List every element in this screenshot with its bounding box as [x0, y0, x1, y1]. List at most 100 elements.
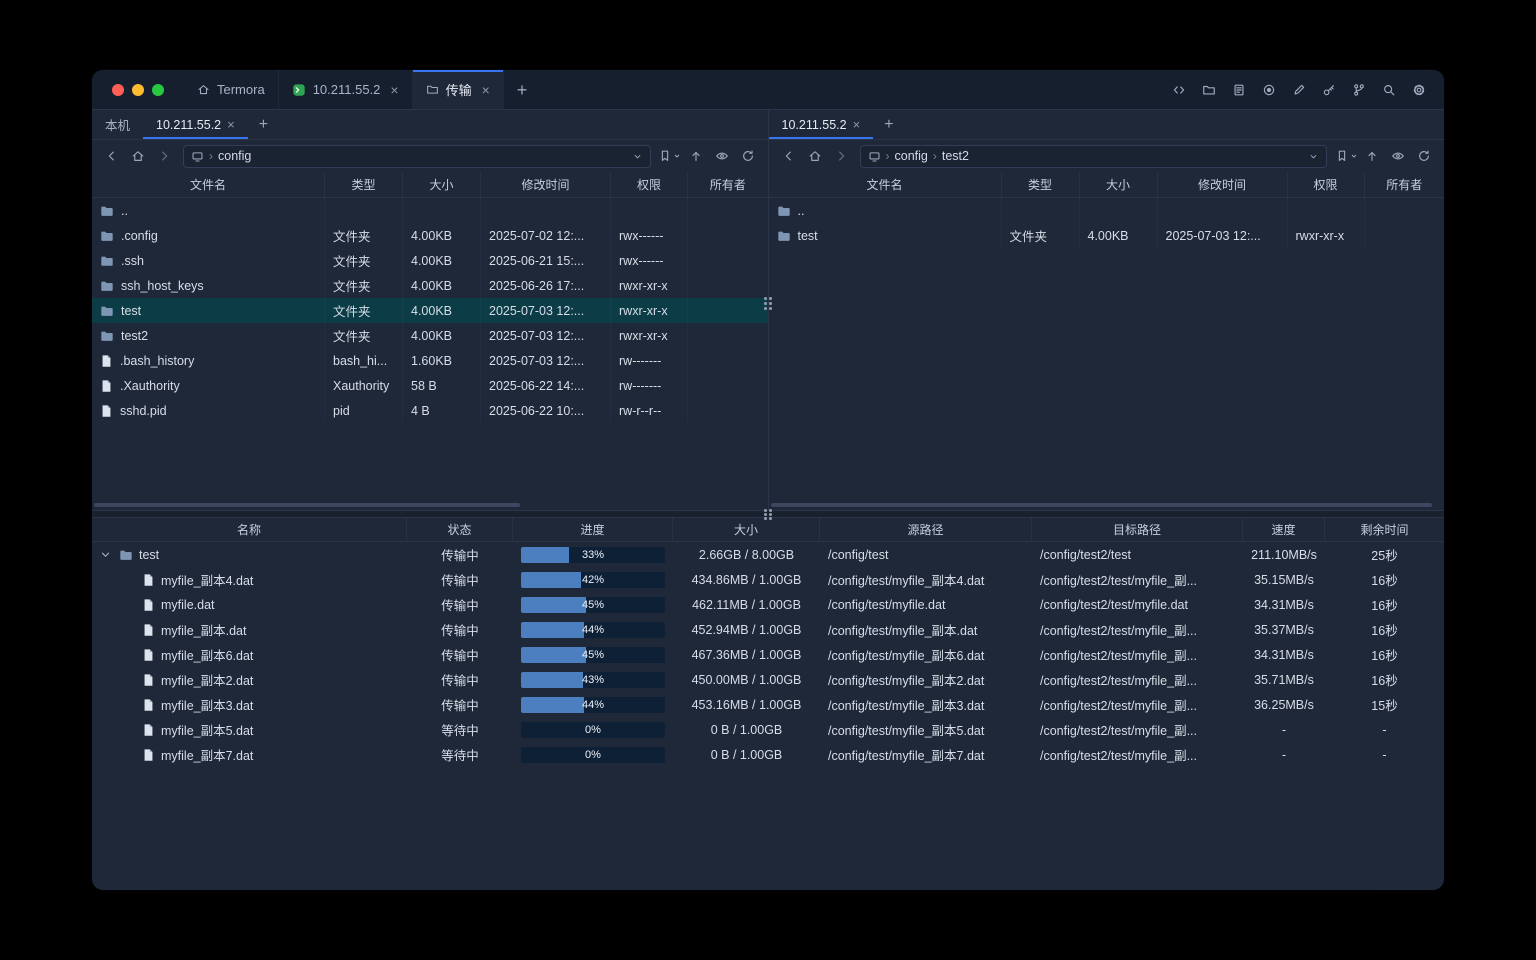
- column-header[interactable]: 目标路径: [1032, 518, 1243, 541]
- column-header[interactable]: 名称: [92, 518, 407, 541]
- left-panel-tab-host[interactable]: 10.211.55.2 ×: [143, 110, 248, 139]
- forward-button[interactable]: [829, 144, 853, 168]
- chevron-down-icon[interactable]: [632, 151, 643, 162]
- new-window-tab-button[interactable]: +: [504, 70, 541, 109]
- transfer-row[interactable]: myfile_副本4.dat 传输中 42% 434.86MB / 1.00GB…: [92, 567, 1444, 592]
- file-row[interactable]: test2 文件夹 4.00KB 2025-07-03 12:... rwxr-…: [92, 323, 768, 348]
- scrollbar-thumb[interactable]: [771, 503, 1433, 507]
- column-header[interactable]: 类型: [1002, 172, 1080, 197]
- column-header[interactable]: 进度: [513, 518, 673, 541]
- left-panel-new-tab-button[interactable]: +: [248, 110, 279, 139]
- refresh-button[interactable]: [736, 144, 760, 168]
- file-size: 4.00KB: [403, 273, 481, 298]
- close-tab-icon[interactable]: ×: [227, 118, 235, 131]
- transfer-icon: [426, 83, 439, 96]
- transfer-splitter[interactable]: [92, 510, 1444, 518]
- left-panel-tab-local[interactable]: 本机: [92, 110, 143, 139]
- close-tab-icon[interactable]: ×: [482, 83, 490, 97]
- column-header[interactable]: 大小: [673, 518, 820, 541]
- column-header[interactable]: 修改时间: [481, 172, 611, 197]
- column-header[interactable]: 文件名: [769, 172, 1002, 197]
- breadcrumb-segment[interactable]: test2: [942, 149, 969, 163]
- show-hidden-button[interactable]: [1386, 144, 1410, 168]
- log-icon[interactable]: [1226, 77, 1252, 103]
- left-horizontal-scrollbar[interactable]: [92, 500, 768, 510]
- file-row[interactable]: .bash_history bash_hi... 1.60KB 2025-07-…: [92, 348, 768, 373]
- settings-icon[interactable]: [1406, 77, 1432, 103]
- panel-splitter[interactable]: [768, 110, 769, 510]
- edit-icon[interactable]: [1286, 77, 1312, 103]
- right-panel-tab-host[interactable]: 10.211.55.2 ×: [769, 110, 874, 139]
- branch-icon[interactable]: [1346, 77, 1372, 103]
- file-row[interactable]: ssh_host_keys 文件夹 4.00KB 2025-06-26 17:.…: [92, 273, 768, 298]
- key-icon[interactable]: [1316, 77, 1342, 103]
- column-header[interactable]: 状态: [407, 518, 513, 541]
- path-breadcrumb[interactable]: ›config›test2: [860, 145, 1328, 168]
- back-button[interactable]: [100, 144, 124, 168]
- breadcrumb-segment[interactable]: config: [218, 149, 251, 163]
- up-button[interactable]: [1360, 144, 1384, 168]
- window-tab-termora[interactable]: Termora: [184, 70, 279, 109]
- file-row[interactable]: .config 文件夹 4.00KB 2025-07-02 12:... rwx…: [92, 223, 768, 248]
- progress-label: 0%: [521, 722, 665, 738]
- scrollbar-thumb[interactable]: [94, 503, 520, 507]
- zoom-window-button[interactable]: [152, 84, 164, 96]
- file-row[interactable]: test 文件夹 4.00KB 2025-07-03 12:... rwxr-x…: [92, 298, 768, 323]
- column-header[interactable]: 大小: [1080, 172, 1158, 197]
- minimize-window-button[interactable]: [132, 84, 144, 96]
- file-row[interactable]: ..: [92, 198, 768, 223]
- column-header[interactable]: 大小: [403, 172, 481, 197]
- transfer-row[interactable]: myfile_副本.dat 传输中 44% 452.94MB / 1.00GB …: [92, 617, 1444, 642]
- close-window-button[interactable]: [112, 84, 124, 96]
- file-type: 文件夹: [325, 323, 403, 348]
- window-tab-transfer[interactable]: 传输 ×: [413, 70, 504, 109]
- search-icon[interactable]: [1376, 77, 1402, 103]
- chevron-down-icon[interactable]: [1308, 151, 1319, 162]
- back-button[interactable]: [777, 144, 801, 168]
- breadcrumb-segment[interactable]: config: [895, 149, 928, 163]
- column-header[interactable]: 类型: [325, 172, 403, 197]
- folder-icon[interactable]: [1196, 77, 1222, 103]
- home-button[interactable]: [126, 144, 150, 168]
- column-header[interactable]: 修改时间: [1158, 172, 1288, 197]
- transfer-speed: 36.25MB/s: [1243, 692, 1325, 717]
- column-header[interactable]: 权限: [611, 172, 688, 197]
- column-header[interactable]: 文件名: [92, 172, 325, 197]
- transfer-row[interactable]: myfile_副本6.dat 传输中 45% 467.36MB / 1.00GB…: [92, 642, 1444, 667]
- column-header[interactable]: 所有者: [688, 172, 768, 197]
- close-tab-icon[interactable]: ×: [390, 83, 398, 97]
- column-header[interactable]: 权限: [1288, 172, 1365, 197]
- path-breadcrumb[interactable]: ›config: [183, 145, 651, 168]
- file-row[interactable]: .ssh 文件夹 4.00KB 2025-06-21 15:... rwx---…: [92, 248, 768, 273]
- bookmark-button[interactable]: [658, 144, 682, 168]
- column-header[interactable]: 剩余时间: [1325, 518, 1444, 541]
- right-panel-new-tab-button[interactable]: +: [873, 110, 904, 139]
- transfer-row[interactable]: myfile_副本2.dat 传输中 43% 450.00MB / 1.00GB…: [92, 667, 1444, 692]
- file-row[interactable]: sshd.pid pid 4 B 2025-06-22 10:... rw-r-…: [92, 398, 768, 423]
- show-hidden-button[interactable]: [710, 144, 734, 168]
- bookmark-button[interactable]: [1334, 144, 1358, 168]
- up-button[interactable]: [684, 144, 708, 168]
- chevron-down-icon[interactable]: [100, 549, 111, 560]
- close-tab-icon[interactable]: ×: [853, 118, 861, 131]
- home-button[interactable]: [803, 144, 827, 168]
- column-header[interactable]: 速度: [1243, 518, 1325, 541]
- column-header[interactable]: 所有者: [1365, 172, 1445, 197]
- refresh-button[interactable]: [1412, 144, 1436, 168]
- file-row[interactable]: .Xauthority Xauthority 58 B 2025-06-22 1…: [92, 373, 768, 398]
- transfer-row[interactable]: myfile_副本7.dat 等待中 0% 0 B / 1.00GB /conf…: [92, 742, 1444, 767]
- column-header[interactable]: 源路径: [820, 518, 1032, 541]
- forward-button[interactable]: [152, 144, 176, 168]
- transfer-row[interactable]: test 传输中 33% 2.66GB / 8.00GB /config/tes…: [92, 542, 1444, 567]
- file-row[interactable]: ..: [769, 198, 1445, 223]
- transfer-name: myfile_副本3.dat: [161, 695, 253, 714]
- code-icon[interactable]: [1166, 77, 1192, 103]
- window-tab-host[interactable]: 10.211.55.2 ×: [279, 70, 413, 109]
- record-icon[interactable]: [1256, 77, 1282, 103]
- right-horizontal-scrollbar[interactable]: [769, 500, 1445, 510]
- file-row[interactable]: test 文件夹 4.00KB 2025-07-03 12:... rwxr-x…: [769, 223, 1445, 248]
- transfer-row[interactable]: myfile_副本5.dat 等待中 0% 0 B / 1.00GB /conf…: [92, 717, 1444, 742]
- transfer-row[interactable]: myfile_副本3.dat 传输中 44% 453.16MB / 1.00GB…: [92, 692, 1444, 717]
- file-size: [1080, 198, 1158, 223]
- transfer-row[interactable]: myfile.dat 传输中 45% 462.11MB / 1.00GB /co…: [92, 592, 1444, 617]
